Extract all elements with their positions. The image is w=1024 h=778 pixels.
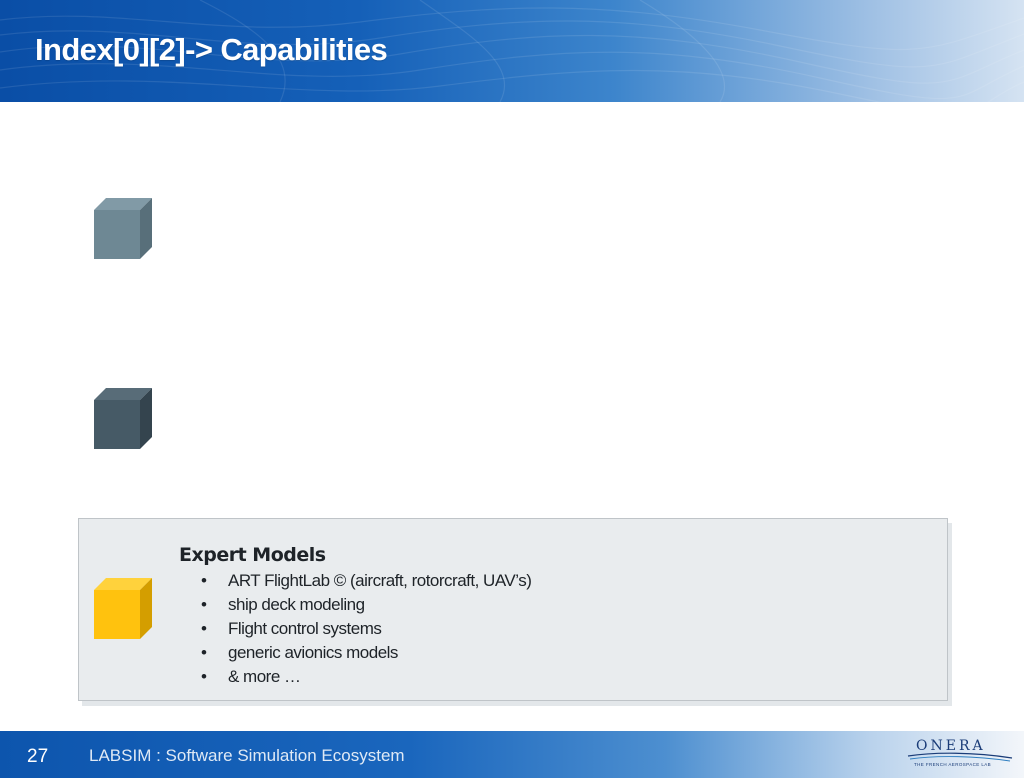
expert-models-panel: Expert Models ART FlightLab © (aircraft,…	[78, 518, 948, 701]
cube-front-face	[94, 400, 140, 449]
header-banner: Index[0][2]-> Capabilities	[0, 0, 1024, 102]
cube-front-face	[94, 590, 140, 639]
cube-icon	[94, 578, 152, 639]
list-item: ship deck modeling	[201, 593, 531, 617]
cube-icon	[94, 388, 152, 449]
list-item: Flight control systems	[201, 617, 531, 641]
page-title: Index[0][2]-> Capabilities	[35, 32, 388, 67]
cube-front-face	[94, 210, 140, 259]
onera-logo: ONERA THE FRENCH AEROSPACE LAB	[904, 735, 1016, 775]
logo-wordmark: ONERA	[916, 738, 986, 754]
list-item: ART FlightLab © (aircraft, rotorcraft, U…	[201, 569, 532, 593]
list-item: & more …	[201, 665, 531, 689]
footer-bar: 27 LABSIM : Software Simulation Ecosyste…	[0, 731, 1024, 778]
page-number: 27	[27, 746, 49, 767]
logo-tagline: THE FRENCH AEROSPACE LAB	[914, 762, 992, 767]
list-item: generic avionics models	[201, 641, 531, 665]
footer-text: LABSIM : Software Simulation Ecosystem	[89, 746, 405, 765]
panel-title: Expert Models	[179, 544, 326, 566]
bullet-list: ART FlightLab © (aircraft, rotorcraft, U…	[201, 569, 532, 689]
cube-icon	[94, 198, 152, 259]
